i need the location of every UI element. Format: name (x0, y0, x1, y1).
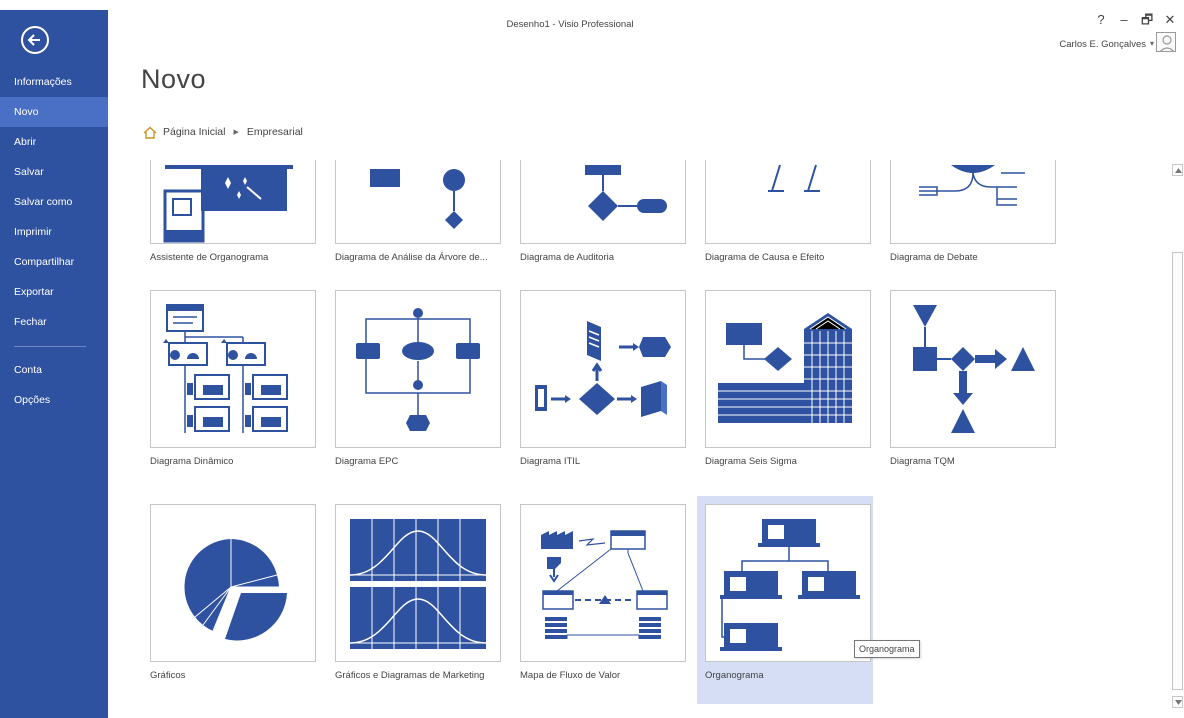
menu-separator (14, 346, 86, 347)
tooltip: Organograma (854, 640, 920, 658)
close-button[interactable]: ✕ (1164, 13, 1176, 27)
template-label: Diagrama de Causa e Efeito (705, 252, 825, 263)
scroll-down-button[interactable] (1172, 696, 1183, 708)
itil-diagram-icon (535, 321, 671, 417)
template-tile[interactable]: Mapa de Fluxo de Valor (512, 496, 688, 704)
template-label: Diagrama Dinâmico (150, 456, 234, 467)
template-label: Mapa de Fluxo de Valor (520, 670, 621, 681)
template-thumbnail[interactable] (705, 504, 871, 662)
template-label: Gráficos (150, 670, 186, 681)
window-title: Desenho1 - Visio Professional (506, 19, 634, 30)
fault-tree-icon (370, 169, 465, 229)
template-label: Diagrama EPC (335, 456, 399, 467)
vertical-scrollbar[interactable] (1172, 160, 1183, 708)
scroll-thumb[interactable] (1172, 252, 1183, 690)
brainstorming-icon (919, 165, 1025, 206)
arrow-left-icon (27, 34, 40, 46)
template-label: Diagrama de Auditoria (520, 252, 614, 263)
template-tile[interactable]: Diagrama de Análise da Árvore de... (327, 160, 503, 286)
menu-item-salvar[interactable]: Salvar (0, 157, 108, 187)
pie-chart-icon (184, 539, 287, 641)
template-thumbnail[interactable] (890, 160, 1056, 244)
template-tile[interactable]: Diagrama Dinâmico (142, 282, 318, 490)
org-chart-icon (720, 519, 860, 651)
template-label: Diagrama de Debate (890, 252, 978, 263)
cause-effect-icon (768, 164, 820, 192)
template-tile-selected[interactable]: Organograma (697, 496, 873, 704)
menu-item-compartilhar[interactable]: Compartilhar (0, 247, 108, 277)
template-label: Diagrama Seis Sigma (705, 456, 797, 467)
breadcrumb-separator: ▶ (233, 129, 239, 136)
help-button[interactable]: ? (1095, 13, 1107, 27)
menu-item-conta[interactable]: Conta (0, 355, 108, 385)
template-gallery: Assistente de Organograma Diagrama de An… (108, 160, 1174, 718)
template-tile[interactable]: Diagrama de Auditoria (512, 160, 688, 286)
pivot-diagram-icon (163, 304, 288, 433)
template-label: Assistente de Organograma (150, 252, 269, 263)
scroll-up-button[interactable] (1172, 164, 1183, 176)
user-menu-caret[interactable]: ▾ (1150, 39, 1154, 48)
menu-item-fechar[interactable]: Fechar (0, 307, 108, 337)
epc-diagram-icon (356, 308, 480, 431)
menu-item-salvar-como[interactable]: Salvar como (0, 187, 108, 217)
breadcrumb-home[interactable]: Página Inicial (163, 126, 225, 138)
chevron-up-icon (1175, 168, 1182, 173)
template-thumbnail[interactable] (335, 504, 501, 662)
audit-diagram-icon (585, 165, 667, 221)
chevron-down-icon (1175, 700, 1182, 705)
template-thumbnail[interactable] (150, 504, 316, 662)
template-tile[interactable]: Gráficos (142, 496, 318, 704)
template-thumbnail[interactable] (520, 290, 686, 448)
template-label: Organograma (705, 670, 764, 681)
template-thumbnail[interactable] (520, 504, 686, 662)
menu-item-imprimir[interactable]: Imprimir (0, 217, 108, 247)
template-tile[interactable]: Diagrama de Debate (882, 160, 1058, 286)
template-thumbnail[interactable] (890, 290, 1056, 448)
page-title: Novo (141, 64, 207, 94)
window-controls: ? – 🗗 ✕ (1095, 13, 1176, 27)
six-sigma-icon (718, 313, 852, 423)
template-thumbnail[interactable] (705, 160, 871, 244)
template-tile[interactable]: Diagrama ITIL (512, 282, 688, 490)
menu-item-opcoes[interactable]: Opções (0, 385, 108, 415)
value-stream-map-icon (541, 530, 668, 639)
back-button[interactable] (21, 26, 49, 54)
template-label: Diagrama ITIL (520, 456, 581, 467)
template-tile[interactable]: Assistente de Organograma (142, 160, 318, 286)
top-border (0, 0, 1184, 10)
template-thumbnail[interactable] (150, 160, 316, 244)
template-thumbnail[interactable] (520, 160, 686, 244)
template-thumbnail[interactable] (705, 290, 871, 448)
menu-item-exportar[interactable]: Exportar (0, 277, 108, 307)
user-avatar-icon (1160, 35, 1174, 51)
home-icon[interactable] (143, 126, 157, 139)
org-chart-wizard-icon (163, 165, 293, 243)
menu-item-novo[interactable]: Novo (0, 97, 108, 127)
template-tile[interactable]: Gráficos e Diagramas de Marketing (327, 496, 503, 704)
template-thumbnail[interactable] (335, 290, 501, 448)
template-label: Diagrama TQM (890, 456, 955, 467)
restore-button[interactable]: 🗗 (1141, 13, 1153, 27)
template-tile[interactable]: Diagrama TQM (882, 282, 1058, 490)
backstage-sidebar: Informações Novo Abrir Salvar Salvar com… (0, 10, 108, 718)
template-tile[interactable]: Diagrama Seis Sigma (697, 282, 873, 490)
breadcrumb-current: Empresarial (246, 126, 303, 138)
minimize-button[interactable]: – (1118, 13, 1130, 27)
template-tile[interactable]: Diagrama EPC (327, 282, 503, 490)
tqm-diagram-icon (913, 305, 1035, 433)
template-thumbnail[interactable] (335, 160, 501, 244)
menu-item-abrir[interactable]: Abrir (0, 127, 108, 157)
user-name[interactable]: Carlos E. Gonçalves (1059, 39, 1146, 50)
breadcrumb: Página Inicial ▶ Empresarial (143, 124, 303, 140)
template-label: Diagrama de Análise da Árvore de... (335, 252, 488, 263)
template-label: Gráficos e Diagramas de Marketing (335, 670, 485, 681)
marketing-charts-icon (349, 519, 487, 649)
template-tile[interactable]: Diagrama de Causa e Efeito (697, 160, 873, 286)
avatar[interactable] (1156, 32, 1176, 52)
template-thumbnail[interactable] (150, 290, 316, 448)
menu-item-informacoes[interactable]: Informações (0, 67, 108, 97)
